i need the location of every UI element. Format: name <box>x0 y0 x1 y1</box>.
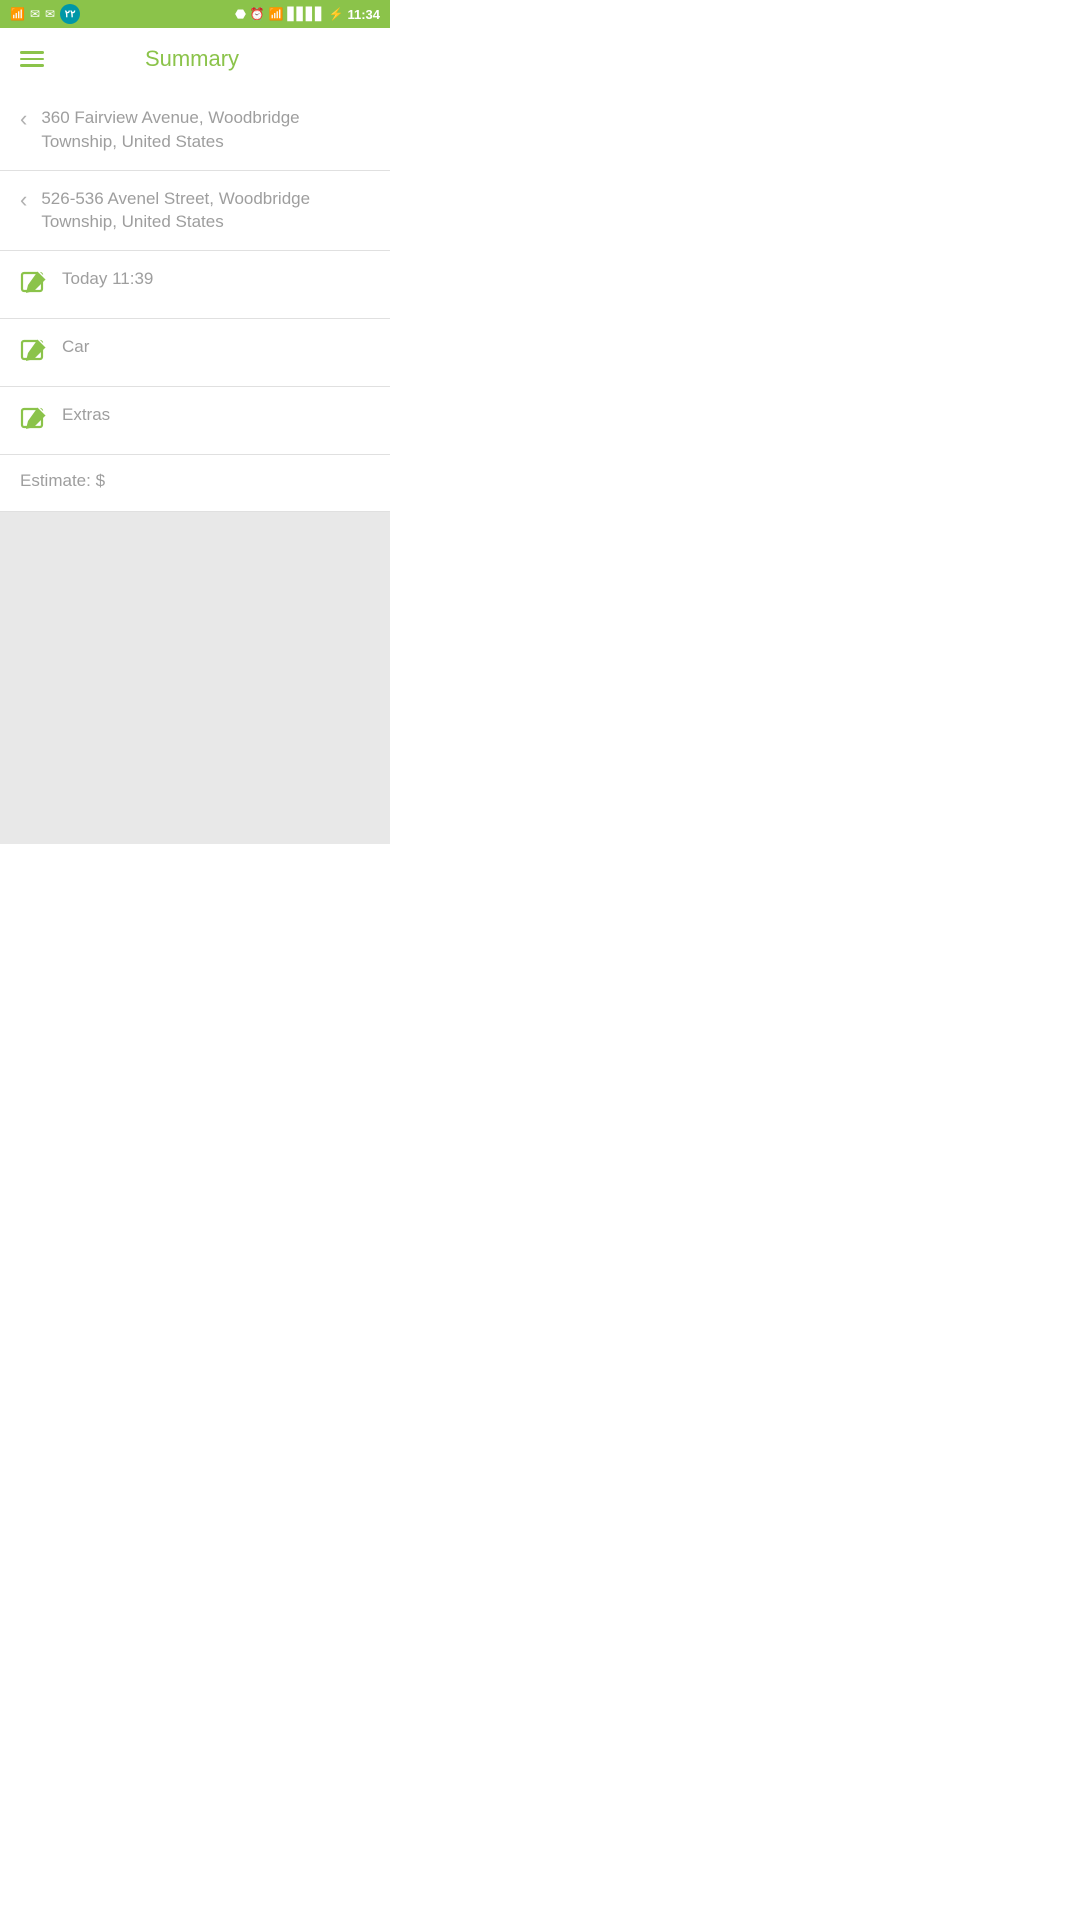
datetime-edit-icon <box>20 269 48 302</box>
gray-area <box>0 512 390 844</box>
extras-row[interactable]: Extras <box>0 387 390 455</box>
address1-text: 360 Fairview Avenue, Woodbridge Township… <box>41 106 370 154</box>
address2-row[interactable]: ‹ 526-536 Avenel Street, Woodbridge Town… <box>0 171 390 252</box>
notification-badge: ٢٢ <box>60 4 80 24</box>
datetime-text: Today 11:39 <box>62 267 153 291</box>
time-display: 11:34 <box>347 7 380 22</box>
menu-line-1 <box>20 51 44 54</box>
back-icon-1: ‹ <box>20 108 27 131</box>
address2-text: 526-536 Avenel Street, Woodbridge Townsh… <box>41 187 370 235</box>
vehicle-text: Car <box>62 335 89 359</box>
wifi-icon: 📶 <box>10 7 25 21</box>
extras-edit-icon <box>20 405 48 438</box>
status-left: 📶 ✉ ✉ ٢٢ <box>10 4 80 24</box>
estimate-row: Estimate: $ <box>0 455 390 512</box>
chevron-left-icon-1: ‹ <box>20 106 27 131</box>
chevron-left-icon-2: ‹ <box>20 187 27 212</box>
signal-icon: 📶 <box>269 7 284 21</box>
page: 📶 ✉ ✉ ٢٢ ⬣ ⏰ 📶 ▋▋▋▋ ⚡ 11:34 Summary ‹ <box>0 0 390 844</box>
status-right: ⬣ ⏰ 📶 ▋▋▋▋ ⚡ 11:34 <box>235 7 380 22</box>
page-title: Summary <box>44 46 340 72</box>
alarm-icon: ⏰ <box>250 7 265 21</box>
header: Summary <box>0 28 390 90</box>
menu-line-3 <box>20 64 44 67</box>
bluetooth-icon: ⬣ <box>235 7 245 21</box>
back-icon-2: ‹ <box>20 189 27 212</box>
vehicle-row[interactable]: Car <box>0 319 390 387</box>
status-bar: 📶 ✉ ✉ ٢٢ ⬣ ⏰ 📶 ▋▋▋▋ ⚡ 11:34 <box>0 0 390 28</box>
email-at-icon: ✉ <box>45 7 55 21</box>
menu-button[interactable] <box>20 51 44 67</box>
main-content: ‹ 360 Fairview Avenue, Woodbridge Townsh… <box>0 90 390 844</box>
summary-list: ‹ 360 Fairview Avenue, Woodbridge Townsh… <box>0 90 390 512</box>
menu-line-2 <box>20 58 44 61</box>
estimate-text: Estimate: $ <box>20 471 105 490</box>
datetime-row[interactable]: Today 11:39 <box>0 251 390 319</box>
battery-icon: ⚡ <box>329 7 344 21</box>
extras-text: Extras <box>62 403 110 427</box>
bars-icon: ▋▋▋▋ <box>288 7 325 21</box>
email-icon: ✉ <box>30 7 40 21</box>
address1-row[interactable]: ‹ 360 Fairview Avenue, Woodbridge Townsh… <box>0 90 390 171</box>
vehicle-edit-icon <box>20 337 48 370</box>
